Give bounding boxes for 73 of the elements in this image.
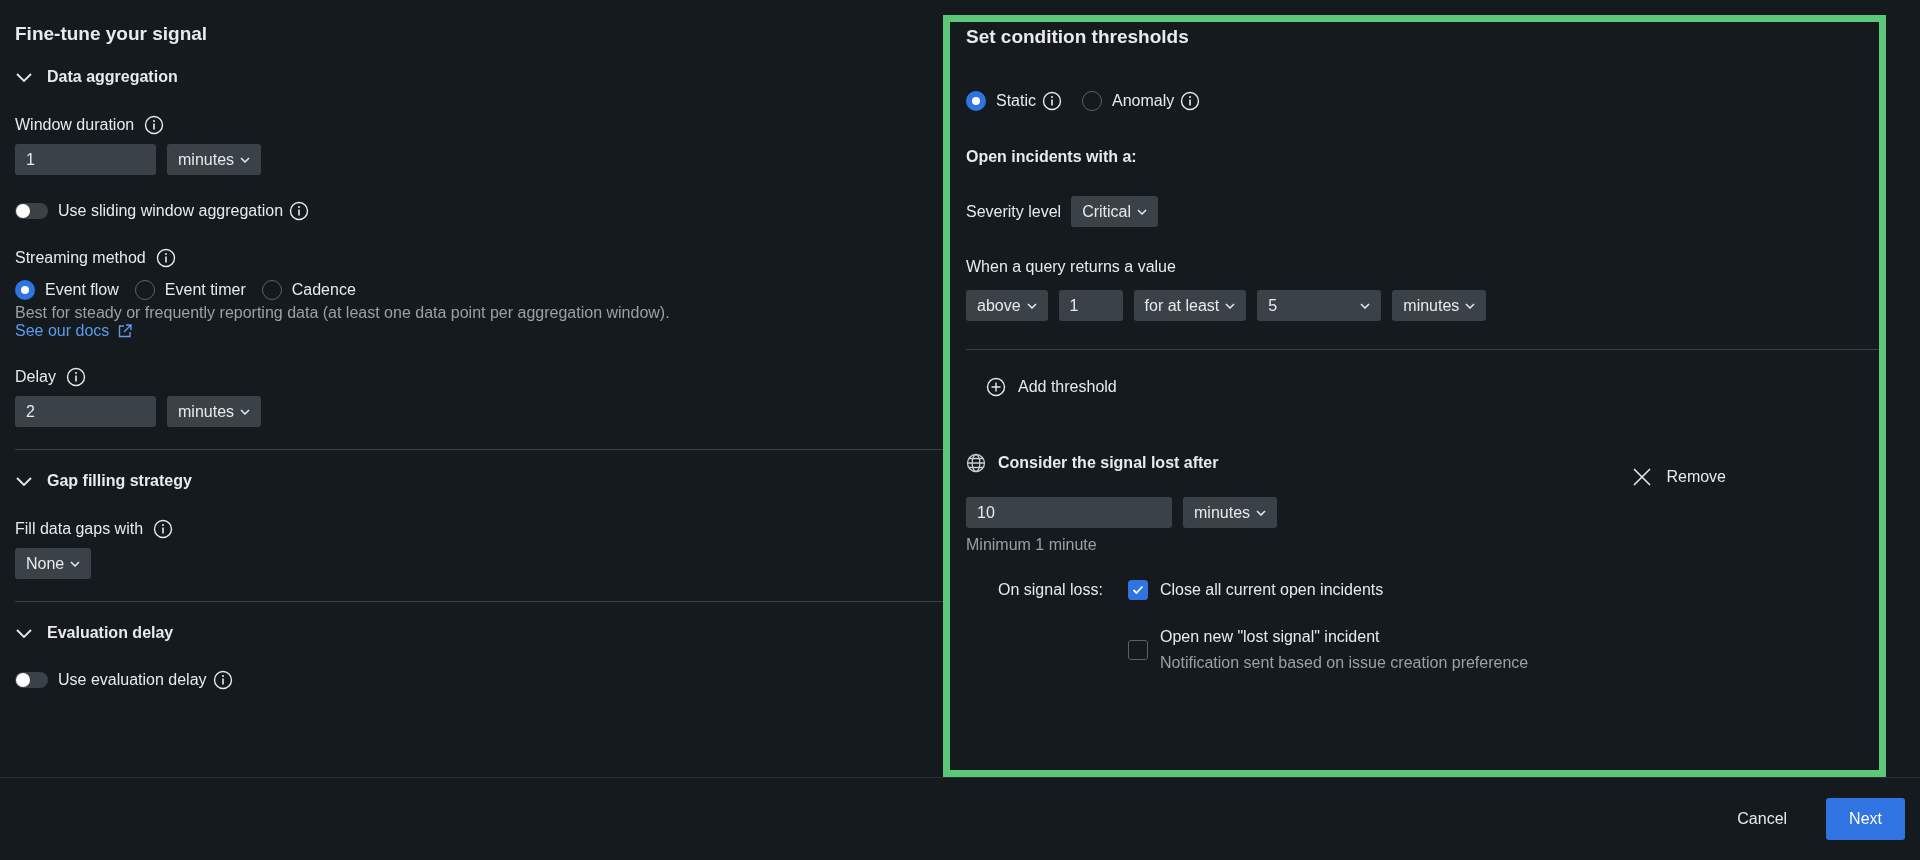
close-icon (1632, 467, 1653, 487)
caret-icon (1026, 302, 1037, 309)
plus-circle-icon (986, 377, 1006, 397)
field-label: On signal loss: (997, 581, 1104, 600)
panel-title: Set condition thresholds (966, 25, 1190, 49)
checkbox-label: Close all current open incidents (1160, 581, 1384, 599)
field-label: Streaming method (15, 249, 146, 267)
info-icon[interactable] (1042, 91, 1062, 111)
section-subtitle: Open incidents with a: (966, 148, 1138, 166)
toggle-switch[interactable] (15, 672, 48, 688)
checkbox[interactable] (1128, 640, 1148, 660)
checkbox-label: Open new "lost signal" incident (1160, 628, 1381, 646)
checkbox-note: Notification sent based on issue creation preference (1160, 654, 1529, 672)
dropdown[interactable]: for at least (1133, 290, 1247, 321)
checkmark-icon (1132, 585, 1144, 595)
chevron-icon (15, 71, 33, 83)
unit-dropdown[interactable]: minutes (167, 144, 262, 175)
dropdown[interactable]: minutes (1392, 290, 1487, 321)
field-label: Severity level (966, 202, 1062, 221)
radio-option[interactable]: Event flow (15, 280, 119, 300)
remove-button[interactable]: Remove (1632, 467, 1726, 487)
radio-option[interactable]: Static (966, 91, 1036, 111)
caret-icon (1256, 509, 1267, 516)
caret-icon (1137, 208, 1148, 215)
caret-icon (240, 156, 251, 163)
field-label: Delay (15, 368, 56, 386)
number-input[interactable]: 1 (15, 144, 156, 175)
section-toggle[interactable]: Gap filling strategy (15, 470, 192, 492)
caret-icon (1225, 302, 1236, 309)
external-link-icon (117, 323, 134, 339)
number-input[interactable]: 1 (1058, 290, 1123, 321)
caret-icon (240, 408, 251, 415)
info-icon[interactable] (155, 248, 176, 268)
info-icon[interactable] (212, 670, 233, 690)
caret-icon (1465, 302, 1476, 309)
severity-dropdown[interactable]: Critical (1071, 196, 1159, 227)
number-input[interactable]: 10 (966, 497, 1172, 528)
chevron-icon (15, 627, 33, 639)
next-button[interactable]: Next (1826, 798, 1905, 840)
checkbox[interactable] (1128, 580, 1148, 600)
radio-option[interactable]: Cadence (261, 280, 356, 300)
info-icon[interactable] (1180, 91, 1201, 111)
unit-dropdown[interactable]: minutes (1183, 497, 1278, 528)
caret-icon (70, 560, 81, 567)
info-icon[interactable] (289, 201, 310, 221)
toggle-switch[interactable] (15, 203, 48, 219)
help-text: Best for steady or frequently reporting data (at least one data point per aggregation window). (15, 304, 671, 322)
radio-option[interactable]: Anomaly (1082, 91, 1175, 111)
radio-option[interactable]: Event timer (134, 280, 246, 300)
chevron-icon (15, 475, 33, 487)
caret-icon (1360, 302, 1371, 309)
hint-text: Minimum 1 minute (966, 536, 1098, 554)
section-title: Consider the signal lost after (998, 454, 1219, 472)
panel-title: Fine-tune your signal (15, 22, 209, 46)
add-threshold-button[interactable]: Add threshold (986, 377, 1117, 397)
toggle-label: Use evaluation delay (58, 671, 207, 689)
cancel-button[interactable]: Cancel (1714, 798, 1811, 840)
field-label: When a query returns a value (966, 258, 1177, 276)
unit-dropdown[interactable]: minutes (167, 396, 262, 427)
info-icon[interactable] (153, 519, 174, 539)
section-toggle[interactable]: Data aggregation (15, 66, 178, 88)
globe-icon (966, 453, 986, 473)
section-toggle[interactable]: Evaluation delay (15, 622, 174, 644)
info-icon[interactable] (144, 115, 165, 135)
dropdown[interactable]: above (966, 290, 1048, 321)
docs-link[interactable]: See our docs (15, 322, 134, 340)
field-label: Window duration (15, 116, 135, 134)
number-input[interactable]: 2 (15, 396, 156, 427)
field-label: Fill data gaps with (15, 520, 144, 538)
info-icon[interactable] (65, 367, 86, 387)
toggle-label: Use sliding window aggregation (58, 202, 284, 220)
fill-dropdown[interactable]: None (15, 548, 92, 579)
dropdown[interactable]: 5 (1257, 290, 1382, 321)
